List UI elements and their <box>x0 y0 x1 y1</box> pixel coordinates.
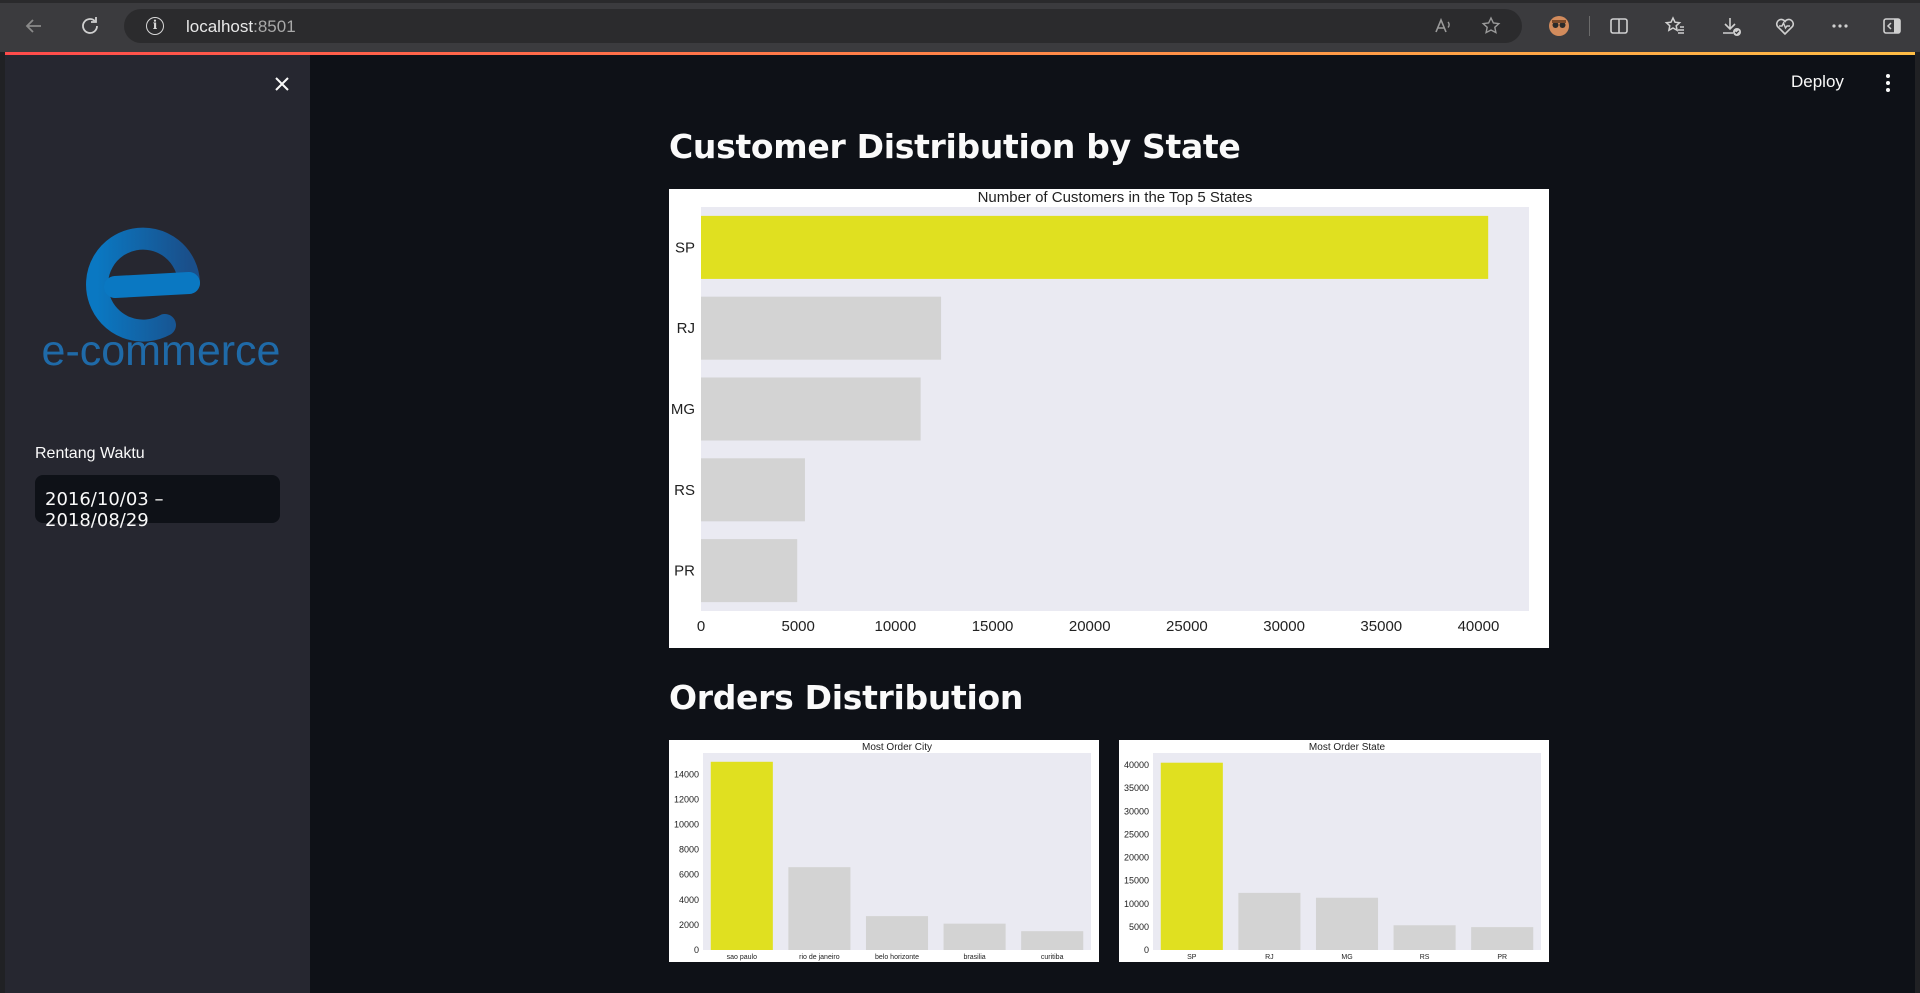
x-tick-label: 35000 <box>1360 618 1402 635</box>
y-tick-label: 4000 <box>679 895 699 905</box>
logo-wordmark: e-commerce <box>42 327 281 375</box>
x-tick-label: 10000 <box>875 618 917 635</box>
read-aloud-icon[interactable] <box>1432 15 1454 37</box>
url-host: localhost <box>186 17 254 36</box>
favorite-star-icon[interactable] <box>1480 15 1502 37</box>
chart-most-order-state: Most Order State SP RJ MG RS PR 0 5000 10000 1500… <box>1119 740 1549 962</box>
x-tick-label: 15000 <box>972 618 1014 635</box>
x-tick-label: MG <box>1341 954 1352 961</box>
y-tick-label: PR <box>674 563 695 580</box>
x-tick-label: rio de janeiro <box>799 954 840 961</box>
date-range-input[interactable]: 2016/10/03 – 2018/08/29 <box>35 475 280 531</box>
x-tick-label: curitiba <box>1041 954 1064 961</box>
sidebar: e-commerce Rentang Waktu 2016/10/03 – 20… <box>5 55 310 993</box>
x-tick-label: SP <box>1187 954 1197 961</box>
y-tick-label: RS <box>674 482 695 499</box>
x-tick-label: 20000 <box>1069 618 1111 635</box>
downloads-icon[interactable] <box>1717 12 1745 40</box>
main-menu-icon[interactable] <box>1878 69 1898 97</box>
favorites-icon[interactable] <box>1661 12 1689 40</box>
bar-sp <box>701 215 1489 279</box>
x-tick-label: RS <box>1420 954 1430 961</box>
y-tick-label: 30000 <box>1124 806 1149 816</box>
more-options-icon[interactable] <box>1826 12 1854 40</box>
x-tick-label: 25000 <box>1166 618 1208 635</box>
chart-title: Number of Customers in the Top 5 States <box>978 189 1253 206</box>
chart-city-svg: Most Order City sao paulo rio de janeiro be… <box>674 742 1091 961</box>
chart-customers-by-state: Number of Customers in the Top 5 States S… <box>669 189 1549 648</box>
streamlit-app: e-commerce Rentang Waktu 2016/10/03 – 20… <box>5 55 1915 993</box>
bar-rj <box>701 296 942 360</box>
y-tick-label: 0 <box>1144 945 1149 955</box>
y-tick-label: 8000 <box>679 845 699 855</box>
profile-avatar-icon[interactable] <box>1545 12 1573 40</box>
section-title-orders-distribution: Orders Distribution <box>669 678 1024 717</box>
y-tick-label: 15000 <box>1124 876 1149 886</box>
section-title-customer-distribution: Customer Distribution by State <box>669 127 1241 166</box>
x-tick-label: RJ <box>1265 954 1274 961</box>
bar-rio-de-janeiro <box>788 867 851 950</box>
address-bar[interactable]: i localhost:8501 <box>124 9 1522 43</box>
chart-title: Most Order City <box>862 742 932 753</box>
url-text[interactable]: localhost:8501 <box>186 17 296 37</box>
x-tick-label: PR <box>1497 954 1507 961</box>
bar-sao-paulo <box>710 761 773 950</box>
bar-mg <box>701 377 921 441</box>
y-tick-label: 14000 <box>674 769 699 779</box>
bar-mg <box>1315 897 1379 950</box>
bar-rj <box>1238 892 1301 950</box>
sidebar-toggle-icon[interactable] <box>1878 12 1906 40</box>
split-screen-icon[interactable] <box>1605 12 1633 40</box>
chart-title: Most Order State <box>1309 742 1386 753</box>
y-tick-label: 6000 <box>679 870 699 880</box>
bar-belo-horizonte <box>865 916 929 950</box>
chart-customers-svg: Number of Customers in the Top 5 States S… <box>671 189 1529 635</box>
y-tick-label: MG <box>671 401 695 418</box>
y-tick-label: SP <box>675 239 695 256</box>
x-tick-label: sao paulo <box>727 954 757 961</box>
y-tick-label: 2000 <box>679 920 699 930</box>
bar-rs <box>701 458 805 522</box>
ecommerce-logo: e-commerce <box>39 225 284 375</box>
x-tick-label: 0 <box>697 618 705 635</box>
bar-pr <box>1471 927 1534 950</box>
site-info-icon[interactable]: i <box>146 17 164 35</box>
back-icon[interactable] <box>20 12 48 40</box>
reload-icon[interactable] <box>76 12 104 40</box>
y-tick-label: 25000 <box>1124 829 1149 839</box>
x-tick-label: brasilia <box>964 954 986 961</box>
y-tick-label: 35000 <box>1124 783 1149 793</box>
x-tick-label: 30000 <box>1263 618 1305 635</box>
y-tick-label: 0 <box>694 945 699 955</box>
bar-curitiba <box>1021 931 1084 950</box>
bar-pr <box>701 539 798 603</box>
y-tick-label: 10000 <box>674 820 699 830</box>
toolbar-separator <box>1589 16 1590 36</box>
browser-toolbar: i localhost:8501 <box>0 0 1920 52</box>
bar-brasilia <box>943 923 1006 950</box>
x-tick-label: 5000 <box>781 618 814 635</box>
browser-essentials-icon[interactable] <box>1771 12 1799 40</box>
close-sidebar-icon[interactable] <box>267 69 297 99</box>
x-tick-label: 40000 <box>1458 618 1500 635</box>
chart-most-order-city: Most Order City sao paulo rio de janeiro be… <box>669 740 1099 962</box>
bar-rs <box>1393 925 1456 950</box>
y-tick-label: 5000 <box>1129 922 1149 932</box>
y-tick-label: RJ <box>677 320 695 337</box>
y-tick-label: 20000 <box>1124 853 1149 863</box>
date-range-label: Rentang Waktu <box>35 445 145 462</box>
chart-state-svg: Most Order State SP RJ MG RS PR 0 5000 10000 1500… <box>1124 742 1541 961</box>
y-tick-label: 10000 <box>1124 899 1149 909</box>
y-tick-label: 12000 <box>674 794 699 804</box>
tab-strip-edge <box>0 0 1920 3</box>
x-tick-label: belo horizonte <box>875 954 919 961</box>
y-tick-label: 40000 <box>1124 760 1149 770</box>
deploy-button[interactable]: Deploy <box>1791 72 1844 92</box>
url-port: :8501 <box>253 17 296 36</box>
bar-sp <box>1160 762 1223 950</box>
